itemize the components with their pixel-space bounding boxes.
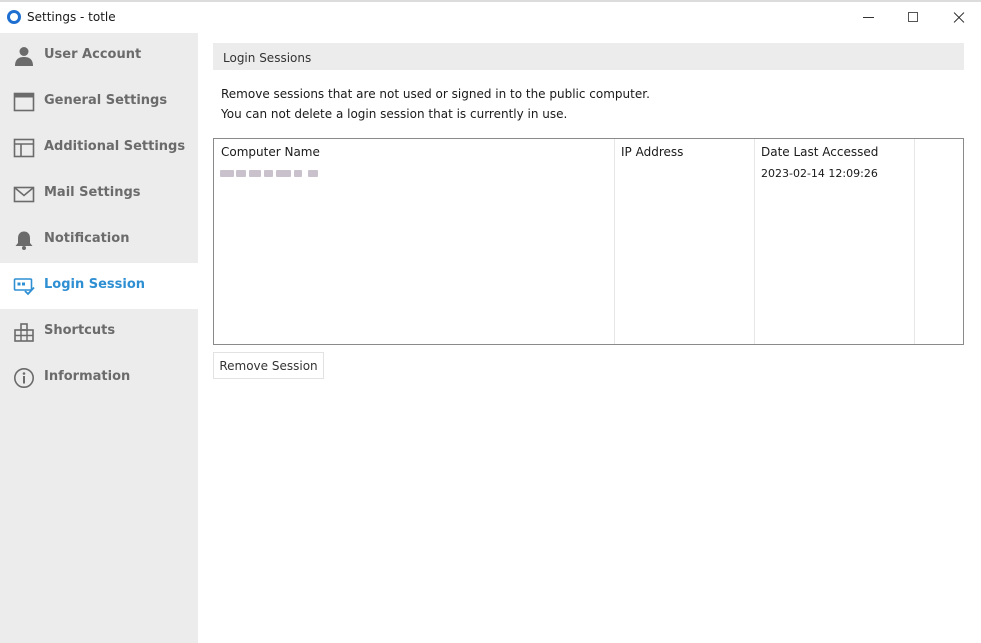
app-logo-icon [7,10,21,24]
remove-session-button[interactable]: Remove Session [213,352,324,379]
sidebar-item-label: Additional Settings [44,139,186,154]
shortcuts-icon [14,323,34,342]
sidebar-item-label: User Account [44,47,142,62]
minimize-button[interactable] [845,2,891,33]
settings-sidebar: User Account General Settings Additional… [0,33,198,643]
computer-name-cell-redacted[interactable] [220,168,324,179]
description-line-1: Remove sessions that are not used or sig… [221,87,650,101]
sidebar-item-additional-settings[interactable]: Additional Settings [0,125,198,171]
sidebar-item-notification[interactable]: Notification [0,217,198,263]
minimize-icon [863,17,874,18]
mail-icon [13,186,35,203]
description-line-2: You can not delete a login session that … [221,107,568,121]
window-title: Settings - totle [27,10,116,24]
column-divider [754,139,755,344]
date-last-accessed-cell[interactable]: 2023-02-14 12:09:26 [761,167,878,180]
section-title: Login Sessions [223,51,312,65]
settings-window: Settings - totle User Account General Se… [0,0,981,643]
title-bar: Settings - totle [0,2,981,33]
close-button[interactable] [935,2,981,33]
sidebar-item-mail-settings[interactable]: Mail Settings [0,171,198,217]
sidebar-item-information[interactable]: Information [0,355,198,401]
window-icon [13,92,35,112]
sidebar-item-label: Login Session [44,277,146,292]
column-divider [914,139,915,344]
info-icon [14,368,34,388]
sidebar-item-label: Mail Settings [44,185,141,200]
bell-icon [15,231,33,250]
panel-icon [13,138,35,158]
sidebar-item-shortcuts[interactable]: Shortcuts [0,309,198,355]
sidebar-item-login-session[interactable]: Login Session [0,263,198,309]
sidebar-item-label: Shortcuts [44,323,116,338]
maximize-button[interactable] [890,2,936,33]
maximize-icon [908,12,918,22]
section-header: Login Sessions [213,43,964,70]
sidebar-item-label: Information [44,369,131,384]
user-icon [15,47,33,66]
sidebar-item-general-settings[interactable]: General Settings [0,79,198,125]
sidebar-item-label: General Settings [44,93,168,108]
column-header-computer-name[interactable]: Computer Name [221,145,320,159]
sidebar-item-label: Notification [44,231,130,246]
login-session-icon [13,278,35,296]
sidebar-item-user-account[interactable]: User Account [0,33,198,79]
column-header-date-last-accessed[interactable]: Date Last Accessed [761,145,878,159]
sessions-table: Computer Name IP Address Date Last Acces… [213,138,964,345]
column-header-ip-address[interactable]: IP Address [621,145,683,159]
column-divider [614,139,615,344]
